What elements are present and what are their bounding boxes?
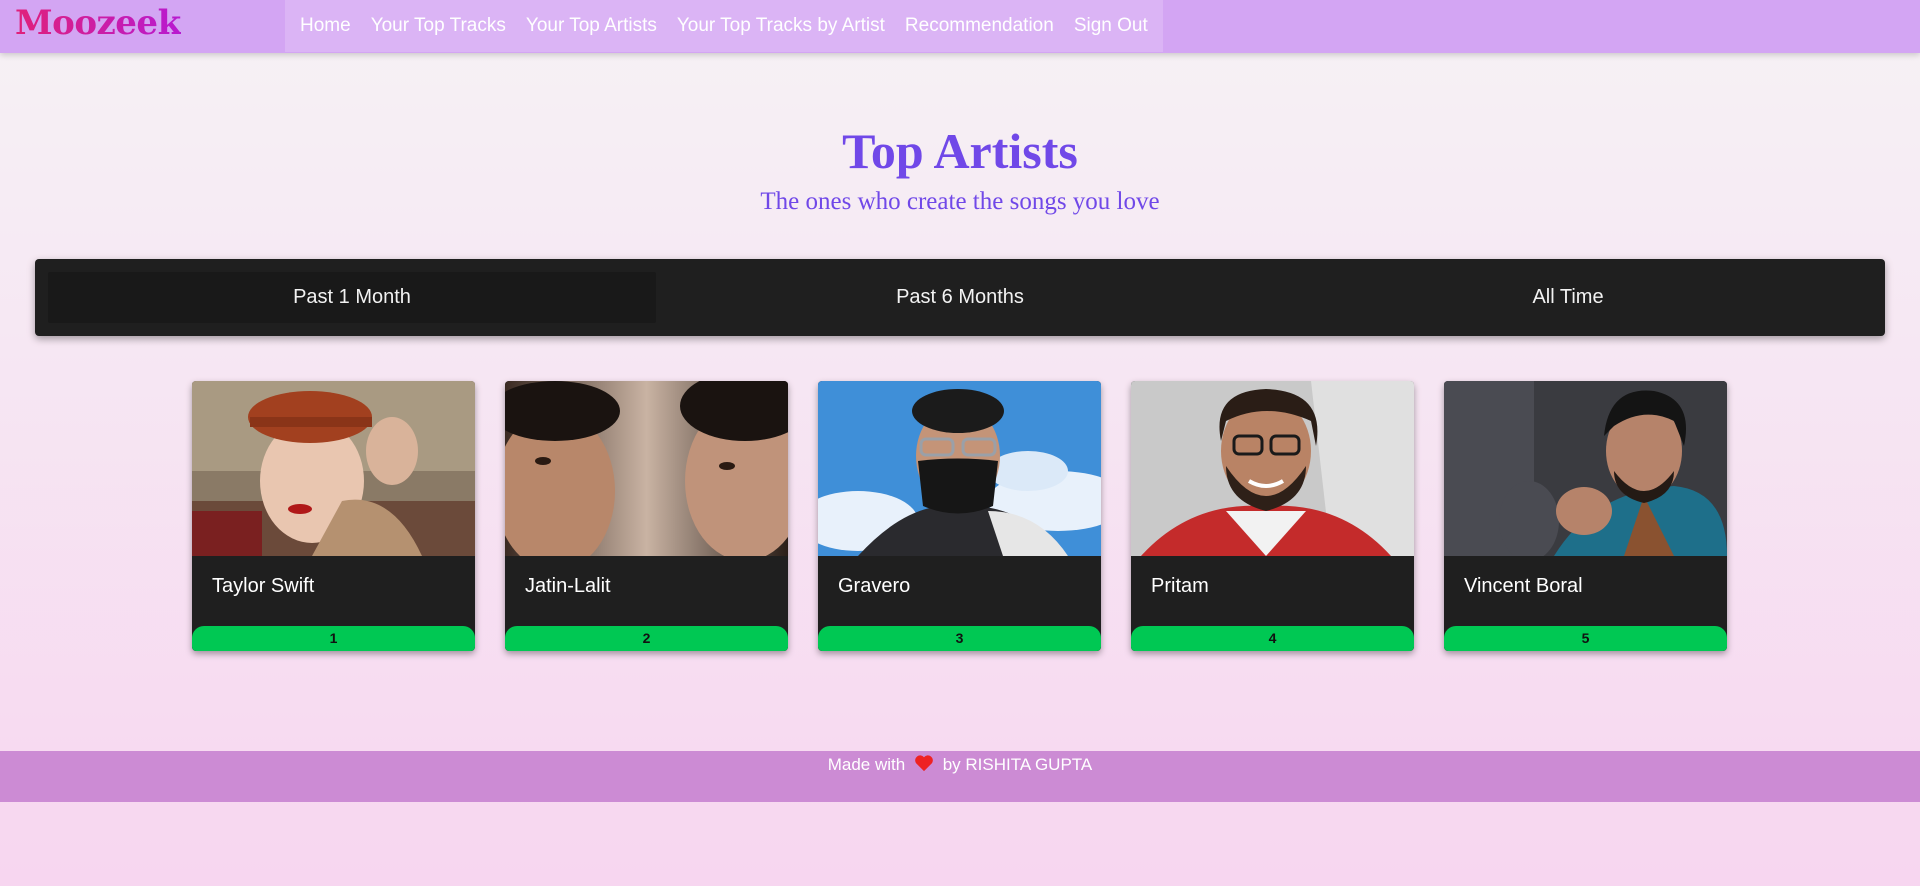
artist-photo xyxy=(818,381,1101,556)
footer-prefix: Made with xyxy=(827,754,906,774)
artist-photo xyxy=(1444,381,1727,556)
artist-card[interactable]: Gravero 3 xyxy=(818,381,1101,651)
nav-link-top-tracks[interactable]: Your Top Tracks xyxy=(361,15,516,37)
artist-photo xyxy=(1131,381,1414,556)
nav-link-sign-out[interactable]: Sign Out xyxy=(1064,15,1158,37)
rank-badge: 4 xyxy=(1131,626,1414,651)
rank-badge: 2 xyxy=(505,626,788,651)
tab-past-1-month[interactable]: Past 1 Month xyxy=(48,272,656,323)
page-title: Top Artists xyxy=(842,123,1078,179)
brand-logo[interactable]: Moozeek xyxy=(15,3,181,43)
artist-card[interactable]: Taylor Swift 1 xyxy=(192,381,475,651)
nav-link-home[interactable]: Home xyxy=(290,15,361,37)
tab-all-time[interactable]: All Time xyxy=(1264,272,1872,323)
artist-photo xyxy=(505,381,788,556)
rank-badge: 5 xyxy=(1444,626,1727,651)
tab-past-6-months[interactable]: Past 6 Months xyxy=(656,272,1264,323)
artist-photo xyxy=(192,381,475,556)
rank-badge: 1 xyxy=(192,626,475,651)
artist-name: Jatin-Lalit xyxy=(525,575,611,597)
artist-cards: Taylor Swift 1 Jatin-Lalit 2 Gravero 3 P… xyxy=(192,381,1727,651)
nav-link-recommendation[interactable]: Recommendation xyxy=(895,15,1064,37)
artist-card[interactable]: Jatin-Lalit 2 xyxy=(505,381,788,651)
page-subtitle: The ones who create the songs you love xyxy=(760,188,1160,215)
artist-name: Taylor Swift xyxy=(212,575,315,597)
nav-links: Home Your Top Tracks Your Top Artists Yo… xyxy=(285,0,1163,52)
heart-icon xyxy=(914,754,934,777)
top-navbar: Moozeek Home Your Top Tracks Your Top Ar… xyxy=(0,0,1920,53)
artist-card[interactable]: Vincent Boral 5 xyxy=(1444,381,1727,651)
artist-name: Vincent Boral xyxy=(1464,575,1583,597)
nav-link-top-tracks-by-artist[interactable]: Your Top Tracks by Artist xyxy=(667,15,895,37)
artist-card[interactable]: Pritam 4 xyxy=(1131,381,1414,651)
nav-link-top-artists[interactable]: Your Top Artists xyxy=(516,15,667,37)
artist-name: Gravero xyxy=(838,575,911,597)
footer-credit: by RISHITA GUPTA xyxy=(942,754,1093,774)
time-range-tabs: Past 1 Month Past 6 Months All Time xyxy=(35,259,1885,336)
rank-badge: 3 xyxy=(818,626,1101,651)
footer: Made with by RISHITA GUPTA xyxy=(0,751,1920,802)
artist-name: Pritam xyxy=(1151,575,1209,597)
